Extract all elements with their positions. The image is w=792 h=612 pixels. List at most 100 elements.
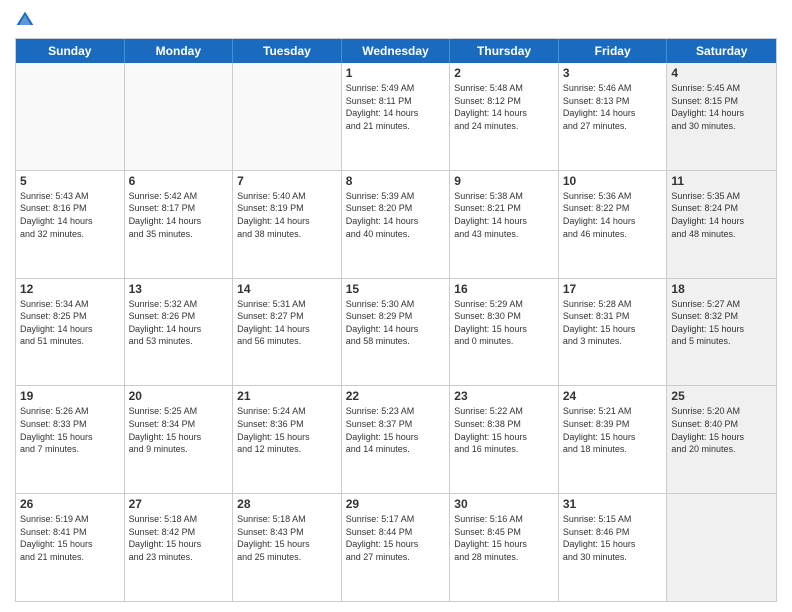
calendar-cell: 25 Sunrise: 5:20 AM Sunset: 8:40 PM Dayli… bbox=[667, 386, 776, 493]
cell-sun-info: Sunrise: 5:34 AM Sunset: 8:25 PM Dayligh… bbox=[20, 298, 120, 348]
day-number: 10 bbox=[563, 174, 663, 188]
day-number: 8 bbox=[346, 174, 446, 188]
header-day-saturday: Saturday bbox=[667, 39, 776, 63]
header-day-thursday: Thursday bbox=[450, 39, 559, 63]
cell-sun-info: Sunrise: 5:18 AM Sunset: 8:42 PM Dayligh… bbox=[129, 513, 229, 563]
day-number: 30 bbox=[454, 497, 554, 511]
cell-sun-info: Sunrise: 5:42 AM Sunset: 8:17 PM Dayligh… bbox=[129, 190, 229, 240]
day-number: 11 bbox=[671, 174, 772, 188]
cell-sun-info: Sunrise: 5:19 AM Sunset: 8:41 PM Dayligh… bbox=[20, 513, 120, 563]
day-number: 21 bbox=[237, 389, 337, 403]
calendar-cell: 24 Sunrise: 5:21 AM Sunset: 8:39 PM Dayli… bbox=[559, 386, 668, 493]
header-day-wednesday: Wednesday bbox=[342, 39, 451, 63]
cell-sun-info: Sunrise: 5:49 AM Sunset: 8:11 PM Dayligh… bbox=[346, 82, 446, 132]
calendar-cell: 26Sunrise: 5:19 AM Sunset: 8:41 PM Dayli… bbox=[16, 494, 125, 601]
day-number: 6 bbox=[129, 174, 229, 188]
calendar-cell: 27 Sunrise: 5:18 AM Sunset: 8:42 PM Dayli… bbox=[125, 494, 234, 601]
calendar-cell: 13 Sunrise: 5:32 AM Sunset: 8:26 PM Dayli… bbox=[125, 279, 234, 386]
cell-sun-info: Sunrise: 5:38 AM Sunset: 8:21 PM Dayligh… bbox=[454, 190, 554, 240]
calendar-cell: 23Sunrise: 5:22 AM Sunset: 8:38 PM Dayli… bbox=[450, 386, 559, 493]
calendar-cell: 10 Sunrise: 5:36 AM Sunset: 8:22 PM Dayli… bbox=[559, 171, 668, 278]
calendar-cell: 5 Sunrise: 5:43 AM Sunset: 8:16 PM Daylig… bbox=[16, 171, 125, 278]
day-number: 4 bbox=[671, 66, 772, 80]
cell-sun-info: Sunrise: 5:39 AM Sunset: 8:20 PM Dayligh… bbox=[346, 190, 446, 240]
day-number: 31 bbox=[563, 497, 663, 511]
day-number: 18 bbox=[671, 282, 772, 296]
calendar-cell: 15 Sunrise: 5:30 AM Sunset: 8:29 PM Dayli… bbox=[342, 279, 451, 386]
calendar-cell: 20Sunrise: 5:25 AM Sunset: 8:34 PM Dayli… bbox=[125, 386, 234, 493]
logo-icon bbox=[15, 10, 35, 30]
calendar-cell bbox=[233, 63, 342, 170]
day-number: 28 bbox=[237, 497, 337, 511]
calendar-cell: 8 Sunrise: 5:39 AM Sunset: 8:20 PM Daylig… bbox=[342, 171, 451, 278]
day-number: 19 bbox=[20, 389, 120, 403]
calendar-cell: 9 Sunrise: 5:38 AM Sunset: 8:21 PM Daylig… bbox=[450, 171, 559, 278]
cell-sun-info: Sunrise: 5:24 AM Sunset: 8:36 PM Dayligh… bbox=[237, 405, 337, 455]
cell-sun-info: Sunrise: 5:17 AM Sunset: 8:44 PM Dayligh… bbox=[346, 513, 446, 563]
cell-sun-info: Sunrise: 5:30 AM Sunset: 8:29 PM Dayligh… bbox=[346, 298, 446, 348]
cell-sun-info: Sunrise: 5:15 AM Sunset: 8:46 PM Dayligh… bbox=[563, 513, 663, 563]
cell-sun-info: Sunrise: 5:29 AM Sunset: 8:30 PM Dayligh… bbox=[454, 298, 554, 348]
day-number: 20 bbox=[129, 389, 229, 403]
day-number: 29 bbox=[346, 497, 446, 511]
day-number: 24 bbox=[563, 389, 663, 403]
calendar-cell: 16 Sunrise: 5:29 AM Sunset: 8:30 PM Dayli… bbox=[450, 279, 559, 386]
calendar-cell: 14Sunrise: 5:31 AM Sunset: 8:27 PM Dayli… bbox=[233, 279, 342, 386]
day-number: 5 bbox=[20, 174, 120, 188]
day-number: 22 bbox=[346, 389, 446, 403]
header bbox=[15, 10, 777, 30]
header-day-tuesday: Tuesday bbox=[233, 39, 342, 63]
cell-sun-info: Sunrise: 5:16 AM Sunset: 8:45 PM Dayligh… bbox=[454, 513, 554, 563]
calendar-week-2: 5 Sunrise: 5:43 AM Sunset: 8:16 PM Daylig… bbox=[16, 170, 776, 278]
calendar-cell: 28 Sunrise: 5:18 AM Sunset: 8:43 PM Dayli… bbox=[233, 494, 342, 601]
day-number: 1 bbox=[346, 66, 446, 80]
calendar-cell: 29 Sunrise: 5:17 AM Sunset: 8:44 PM Dayli… bbox=[342, 494, 451, 601]
calendar-cell bbox=[16, 63, 125, 170]
cell-sun-info: Sunrise: 5:18 AM Sunset: 8:43 PM Dayligh… bbox=[237, 513, 337, 563]
calendar-cell: 30 Sunrise: 5:16 AM Sunset: 8:45 PM Dayli… bbox=[450, 494, 559, 601]
calendar-cell: 31 Sunrise: 5:15 AM Sunset: 8:46 PM Dayli… bbox=[559, 494, 668, 601]
day-number: 14 bbox=[237, 282, 337, 296]
calendar-week-1: 1 Sunrise: 5:49 AM Sunset: 8:11 PM Daylig… bbox=[16, 63, 776, 170]
cell-sun-info: Sunrise: 5:35 AM Sunset: 8:24 PM Dayligh… bbox=[671, 190, 772, 240]
calendar-cell: 21 Sunrise: 5:24 AM Sunset: 8:36 PM Dayli… bbox=[233, 386, 342, 493]
calendar-cell: 1 Sunrise: 5:49 AM Sunset: 8:11 PM Daylig… bbox=[342, 63, 451, 170]
cell-sun-info: Sunrise: 5:26 AM Sunset: 8:33 PM Dayligh… bbox=[20, 405, 120, 455]
cell-sun-info: Sunrise: 5:21 AM Sunset: 8:39 PM Dayligh… bbox=[563, 405, 663, 455]
cell-sun-info: Sunrise: 5:40 AM Sunset: 8:19 PM Dayligh… bbox=[237, 190, 337, 240]
calendar-cell: 22 Sunrise: 5:23 AM Sunset: 8:37 PM Dayli… bbox=[342, 386, 451, 493]
cell-sun-info: Sunrise: 5:23 AM Sunset: 8:37 PM Dayligh… bbox=[346, 405, 446, 455]
cell-sun-info: Sunrise: 5:27 AM Sunset: 8:32 PM Dayligh… bbox=[671, 298, 772, 348]
day-number: 27 bbox=[129, 497, 229, 511]
day-number: 3 bbox=[563, 66, 663, 80]
day-number: 17 bbox=[563, 282, 663, 296]
calendar-cell: 2Sunrise: 5:48 AM Sunset: 8:12 PM Daylig… bbox=[450, 63, 559, 170]
calendar-header: SundayMondayTuesdayWednesdayThursdayFrid… bbox=[16, 39, 776, 63]
day-number: 25 bbox=[671, 389, 772, 403]
calendar-body: 1 Sunrise: 5:49 AM Sunset: 8:11 PM Daylig… bbox=[16, 63, 776, 601]
header-day-monday: Monday bbox=[125, 39, 234, 63]
day-number: 7 bbox=[237, 174, 337, 188]
calendar-week-5: 26Sunrise: 5:19 AM Sunset: 8:41 PM Dayli… bbox=[16, 493, 776, 601]
calendar-cell: 12Sunrise: 5:34 AM Sunset: 8:25 PM Dayli… bbox=[16, 279, 125, 386]
cell-sun-info: Sunrise: 5:32 AM Sunset: 8:26 PM Dayligh… bbox=[129, 298, 229, 348]
cell-sun-info: Sunrise: 5:36 AM Sunset: 8:22 PM Dayligh… bbox=[563, 190, 663, 240]
cell-sun-info: Sunrise: 5:45 AM Sunset: 8:15 PM Dayligh… bbox=[671, 82, 772, 132]
day-number: 9 bbox=[454, 174, 554, 188]
day-number: 16 bbox=[454, 282, 554, 296]
logo bbox=[15, 10, 39, 30]
cell-sun-info: Sunrise: 5:28 AM Sunset: 8:31 PM Dayligh… bbox=[563, 298, 663, 348]
day-number: 15 bbox=[346, 282, 446, 296]
calendar-cell: 3 Sunrise: 5:46 AM Sunset: 8:13 PM Daylig… bbox=[559, 63, 668, 170]
calendar-cell bbox=[667, 494, 776, 601]
day-number: 23 bbox=[454, 389, 554, 403]
cell-sun-info: Sunrise: 5:43 AM Sunset: 8:16 PM Dayligh… bbox=[20, 190, 120, 240]
cell-sun-info: Sunrise: 5:46 AM Sunset: 8:13 PM Dayligh… bbox=[563, 82, 663, 132]
calendar-cell: 19 Sunrise: 5:26 AM Sunset: 8:33 PM Dayli… bbox=[16, 386, 125, 493]
calendar-cell: 4 Sunrise: 5:45 AM Sunset: 8:15 PM Daylig… bbox=[667, 63, 776, 170]
day-number: 13 bbox=[129, 282, 229, 296]
calendar-week-3: 12Sunrise: 5:34 AM Sunset: 8:25 PM Dayli… bbox=[16, 278, 776, 386]
cell-sun-info: Sunrise: 5:48 AM Sunset: 8:12 PM Dayligh… bbox=[454, 82, 554, 132]
calendar-cell: 7 Sunrise: 5:40 AM Sunset: 8:19 PM Daylig… bbox=[233, 171, 342, 278]
cell-sun-info: Sunrise: 5:20 AM Sunset: 8:40 PM Dayligh… bbox=[671, 405, 772, 455]
